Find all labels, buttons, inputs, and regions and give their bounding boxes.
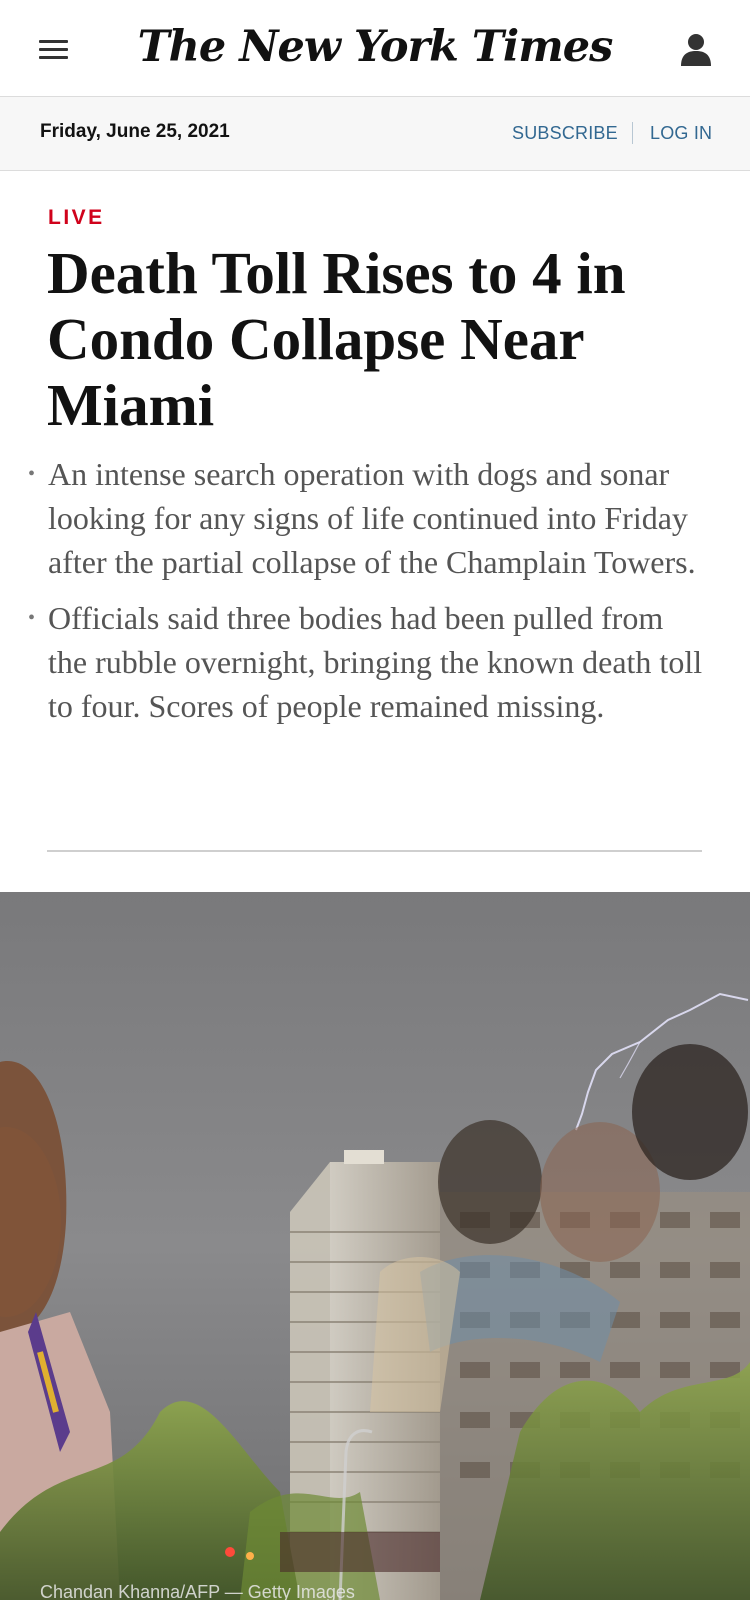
summary-item: • Officials said three bodies had been p…: [28, 596, 708, 728]
summary-text: Officials said three bodies had been pul…: [48, 600, 703, 724]
date-subscribe-bar: Friday, June 25, 2021 SUBSCRIBE LOG IN: [0, 97, 750, 171]
link-divider: [632, 122, 633, 144]
bullet-dot: •: [28, 607, 36, 629]
current-date: Friday, June 25, 2021: [40, 121, 230, 142]
logo-container: The New York Times: [0, 22, 750, 72]
hero-photo-illustration: [0, 892, 750, 1600]
hero-photo[interactable]: Chandan Khanna/AFP — Getty Images: [0, 892, 750, 1600]
section-divider: [47, 850, 702, 852]
user-account-icon[interactable]: [676, 30, 716, 70]
photo-credit: Chandan Khanna/AFP — Getty Images: [40, 1582, 355, 1600]
bullet-dot: •: [28, 463, 36, 485]
live-label: LIVE: [48, 206, 105, 229]
article-headline[interactable]: Death Toll Rises to 4 in Condo Collapse …: [47, 240, 707, 438]
summary-list: • An intense search operation with dogs …: [28, 452, 708, 740]
subscribe-link[interactable]: SUBSCRIBE: [512, 123, 618, 144]
summary-text: An intense search operation with dogs an…: [48, 456, 696, 580]
nyt-logo[interactable]: The New York Times: [138, 22, 614, 72]
user-silhouette: [681, 34, 711, 66]
login-link[interactable]: LOG IN: [650, 123, 712, 144]
masthead: The New York Times: [0, 0, 750, 97]
summary-item: • An intense search operation with dogs …: [28, 452, 708, 584]
